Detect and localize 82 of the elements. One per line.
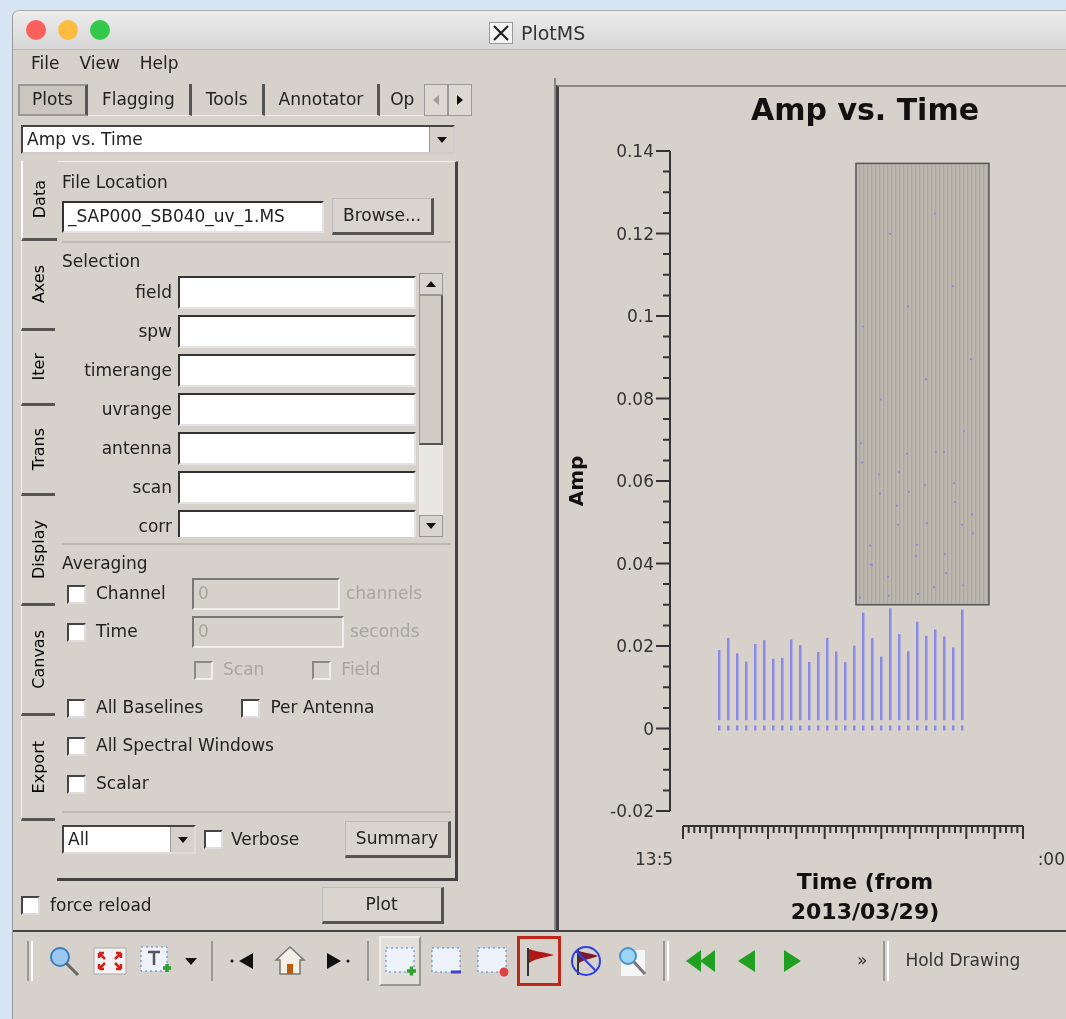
section-heading: Selection xyxy=(62,250,142,273)
checkbox[interactable] xyxy=(21,896,40,915)
scrollbar[interactable] xyxy=(419,273,443,537)
text-field[interactable] xyxy=(178,315,416,348)
magnifier-icon xyxy=(47,944,81,978)
tick-label: -0.02 xyxy=(610,801,654,821)
tab[interactable]: Plots xyxy=(18,84,88,116)
hold-drawing-button[interactable]: Hold Drawing xyxy=(899,948,1027,974)
axis-label: Amp xyxy=(564,455,588,507)
checkbox-label: All Baselines xyxy=(96,696,204,720)
checkbox-label: Scalar xyxy=(96,772,149,796)
more-button[interactable]: » xyxy=(851,948,874,974)
checkbox-label: Verbose xyxy=(231,827,300,851)
field-label: corr xyxy=(137,514,173,537)
checkbox[interactable] xyxy=(67,698,86,718)
tick-label: 0.04 xyxy=(616,553,654,574)
text-field[interactable] xyxy=(178,510,416,537)
checkbox[interactable] xyxy=(67,736,86,756)
text-field[interactable] xyxy=(178,393,416,426)
summary-button[interactable]: Summary xyxy=(344,821,451,858)
tab[interactable]: Annotator xyxy=(264,84,381,116)
side-tab[interactable]: Export xyxy=(21,716,55,821)
side-tab[interactable]: Iter xyxy=(21,331,55,406)
checkbox[interactable] xyxy=(204,830,223,849)
checkbox-label: force reload xyxy=(50,893,152,917)
field-label: timerange xyxy=(83,358,173,382)
checkbox[interactable] xyxy=(67,774,86,794)
fit-arrows-icon xyxy=(93,944,127,978)
no-flag-icon xyxy=(569,944,603,978)
tick-label: :00 xyxy=(1037,849,1065,869)
field-label: spw xyxy=(137,319,173,343)
summary-dropdown[interactable]: All xyxy=(62,825,196,854)
tick-label: 0.02 xyxy=(616,636,654,656)
axis-label: Time (from 2013/03/29) xyxy=(790,869,940,924)
x-window-icon xyxy=(489,22,513,45)
text-field[interactable] xyxy=(178,276,416,309)
tick-label: 0.08 xyxy=(616,388,654,409)
text-field[interactable] xyxy=(178,432,416,465)
field-label: uvrange xyxy=(100,397,173,421)
plot-button[interactable]: Plot xyxy=(321,887,444,924)
window-title: PlotMS xyxy=(521,21,586,46)
menu-item[interactable]: View xyxy=(69,51,130,77)
text-field[interactable] xyxy=(178,354,416,387)
tick-label: 13:5 xyxy=(635,849,674,869)
checkbox-label: Channel xyxy=(96,582,166,606)
tab[interactable]: Flagging xyxy=(87,84,192,116)
tick-label: 0.14 xyxy=(616,141,654,161)
tab[interactable]: Tools xyxy=(191,84,265,116)
menu-item[interactable]: Help xyxy=(129,51,189,77)
browse-button[interactable]: Browse... xyxy=(332,198,435,235)
section-heading: Averaging xyxy=(62,552,149,575)
file-path-field[interactable]: _SAP000_SB040_uv_1.MS xyxy=(62,200,324,233)
box-plus-icon xyxy=(383,944,417,978)
side-tab[interactable]: Trans xyxy=(21,406,55,496)
dropdown-value: All xyxy=(68,827,90,851)
box-clear-icon xyxy=(475,944,509,978)
tick-label: 0.1 xyxy=(626,306,654,326)
field-label: antenna xyxy=(100,436,173,460)
dropdown-value: Amp vs. Time xyxy=(27,127,143,151)
checkbox[interactable] xyxy=(241,698,261,718)
chart-title: Amp vs. Time xyxy=(751,92,979,127)
text-field[interactable] xyxy=(178,471,416,504)
side-tab[interactable]: Display xyxy=(21,496,55,606)
caret-icon xyxy=(185,957,197,965)
tick-label: 0.12 xyxy=(616,223,654,244)
checkbox-label: Per Antenna xyxy=(270,696,375,720)
side-tab[interactable]: Axes xyxy=(21,241,55,331)
menu-item[interactable]: File xyxy=(21,51,70,77)
select-box-button[interactable] xyxy=(379,936,421,986)
checkbox-label: All Spectral Windows xyxy=(96,734,274,758)
plot-dropdown[interactable]: Amp vs. Time xyxy=(21,125,455,154)
scroll-right-button[interactable] xyxy=(448,84,473,116)
tick-label: 0 xyxy=(643,718,654,739)
checkbox-label: Time xyxy=(96,620,138,644)
field-label: field xyxy=(134,280,173,304)
section-heading: File Location xyxy=(62,171,169,194)
tick-label: 0.06 xyxy=(616,471,654,491)
home-icon xyxy=(273,944,307,978)
flag-button[interactable] xyxy=(517,936,561,986)
side-tab[interactable]: Canvas xyxy=(21,606,55,716)
field-label: scan xyxy=(131,475,173,499)
side-tab[interactable]: Data xyxy=(21,161,57,241)
